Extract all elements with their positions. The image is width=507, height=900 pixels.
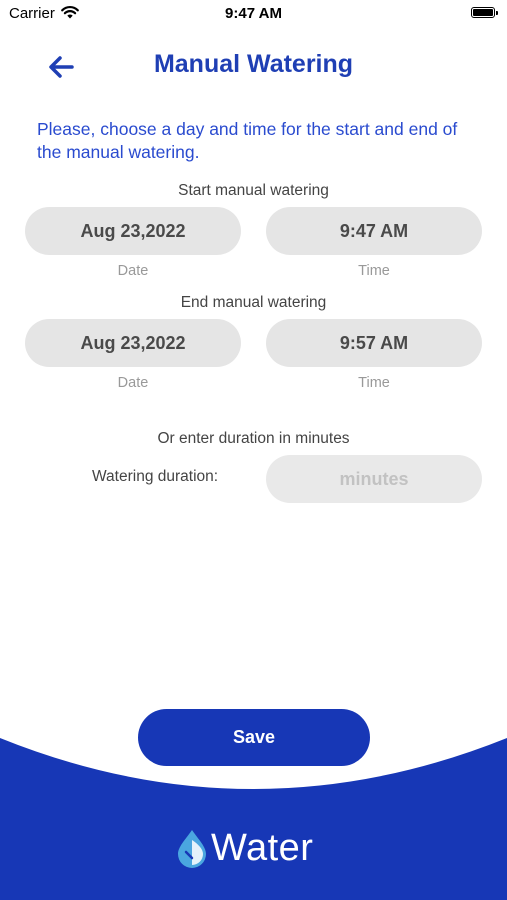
start-date-caption: Date [117, 263, 149, 279]
start-time-caption: Time [358, 263, 390, 279]
end-date-picker[interactable]: Aug 23,2022 [25, 319, 241, 367]
end-date-caption: Date [117, 375, 149, 391]
instructions-text: Please, choose a day and time for the st… [37, 119, 458, 162]
page-title: Manual Watering [153, 50, 354, 78]
end-time-picker[interactable]: 9:57 AM [266, 319, 482, 367]
logo-text: Water [211, 826, 314, 869]
water-drop-icon [178, 830, 206, 868]
minutes-input[interactable] [266, 455, 482, 503]
battery-icon [471, 7, 498, 18]
app-logo: Water [175, 823, 313, 873]
save-button[interactable]: Save [138, 709, 370, 766]
status-time: 9:47 AM [225, 5, 282, 22]
duration-heading: Or enter duration in minutes [157, 430, 350, 447]
duration-label: Watering duration: [92, 468, 219, 485]
end-section-label: End manual watering [180, 294, 327, 311]
status-bar: Carrier 9:47 AM [0, 0, 507, 28]
start-date-picker[interactable]: Aug 23,2022 [25, 207, 241, 255]
start-time-picker[interactable]: 9:47 AM [266, 207, 482, 255]
start-section-label: Start manual watering [178, 182, 329, 199]
end-time-caption: Time [358, 375, 390, 391]
